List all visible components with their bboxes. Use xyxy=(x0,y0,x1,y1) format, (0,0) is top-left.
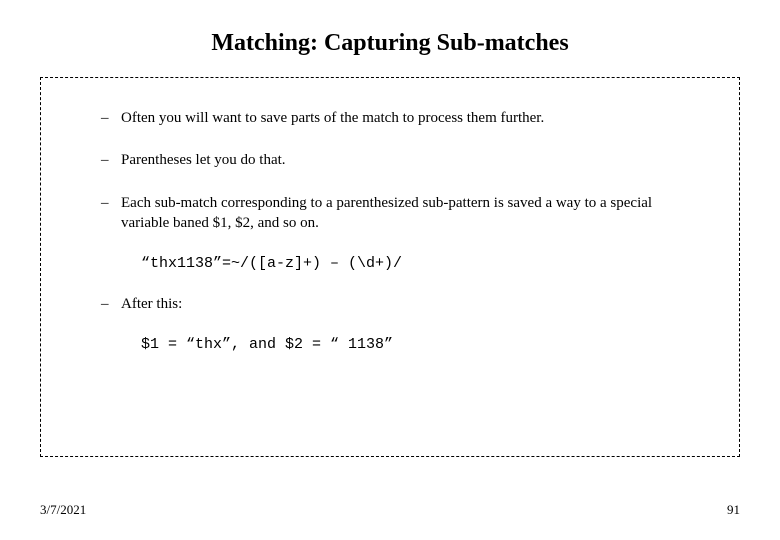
bullet-dash: – xyxy=(101,150,121,170)
bullet-text: After this: xyxy=(121,294,699,314)
bullet-text: Each sub-match corresponding to a parent… xyxy=(121,193,699,234)
bullet-item: – Often you will want to save parts of t… xyxy=(101,108,699,128)
footer-page-number: 91 xyxy=(727,502,740,518)
slide-title: Matching: Capturing Sub-matches xyxy=(40,30,740,57)
bullet-dash: – xyxy=(101,294,121,314)
content-box: – Often you will want to save parts of t… xyxy=(40,77,740,457)
footer-date: 3/7/2021 xyxy=(40,502,86,518)
code-line: “thx1138”=~/([a-z]+) – (\d+)/ xyxy=(141,255,699,272)
code-line: $1 = “thx”, and $2 = “ 1138” xyxy=(141,336,699,353)
bullet-item: – Parentheses let you do that. xyxy=(101,150,699,170)
bullet-item: – Each sub-match corresponding to a pare… xyxy=(101,193,699,234)
footer: 3/7/2021 91 xyxy=(40,502,740,518)
bullet-text: Often you will want to save parts of the… xyxy=(121,108,699,128)
bullet-dash: – xyxy=(101,108,121,128)
bullet-dash: – xyxy=(101,193,121,213)
bullet-text: Parentheses let you do that. xyxy=(121,150,699,170)
bullet-item: – After this: xyxy=(101,294,699,314)
